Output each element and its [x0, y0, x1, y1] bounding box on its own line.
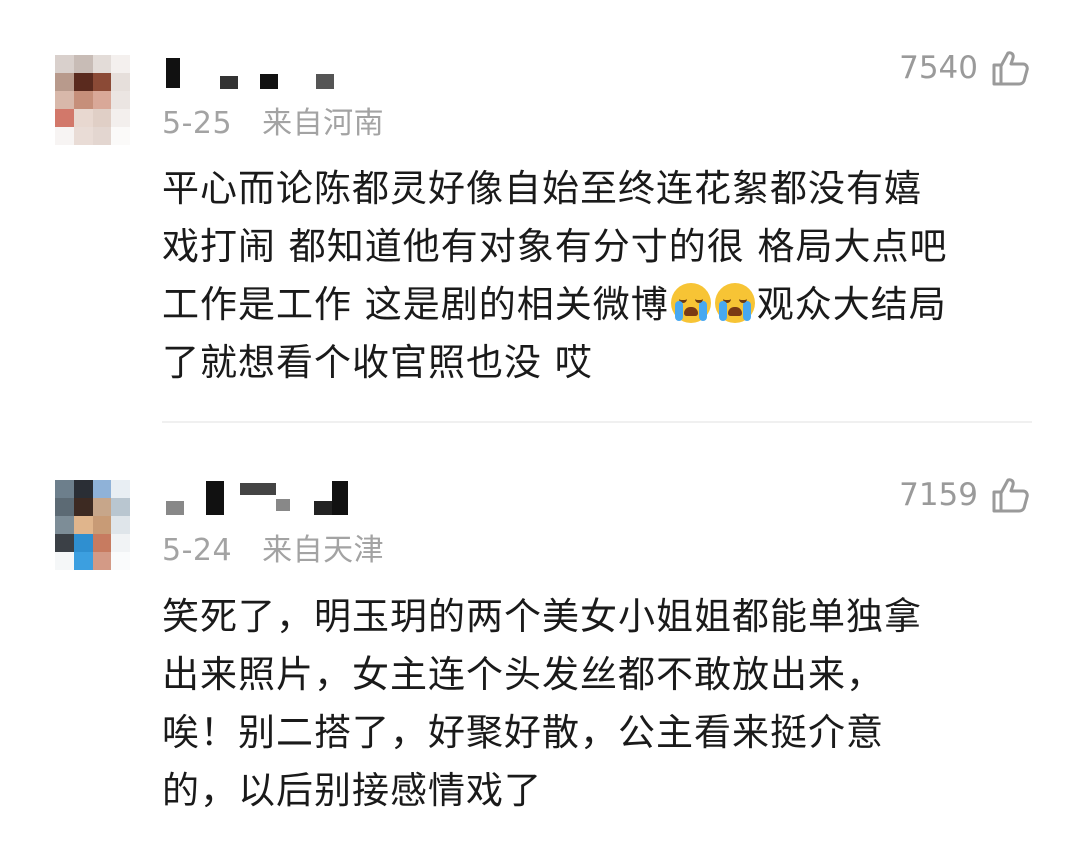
comment-item: 5-25 来自河南 7540 平心而论陈都灵好像自始至终连花絮都没有嬉 戏打闹 都… [0, 0, 1080, 422]
avatar[interactable] [55, 480, 130, 570]
thumbs-up-icon [992, 478, 1029, 513]
comment-location: 来自河南 [262, 106, 385, 141]
comment-item: 5-24 来自天津 7159 笑死了，明玉玥的两个美女小姐姐都能单独拿 出来照片，… [0, 423, 1080, 850]
crying-face-emoji [714, 283, 755, 323]
thumbs-up-icon [992, 51, 1029, 86]
comment-date: 5-24 [162, 533, 233, 568]
comment-location: 来自天津 [262, 533, 385, 568]
crying-face-emoji [670, 283, 711, 323]
avatar[interactable] [55, 55, 130, 145]
comment-text: 平心而论陈都灵好像自始至终连花絮都没有嬉 戏打闹 都知道他有对象有分寸的很 格局… [162, 160, 1052, 392]
comment-text: 笑死了，明玉玥的两个美女小姐姐都能单独拿 出来照片，女主连个头发丝都不敢放出来，… [162, 595, 922, 812]
username-redacted[interactable] [162, 479, 382, 515]
like-button[interactable]: 7540 [899, 48, 1030, 88]
like-button[interactable]: 7159 [899, 475, 1030, 515]
comment-meta: 5-24 来自天津 [162, 525, 384, 569]
comment-date: 5-25 [162, 106, 233, 141]
username-redacted[interactable] [162, 58, 382, 92]
like-count: 7540 [899, 50, 978, 86]
like-count: 7159 [899, 477, 978, 513]
comment-meta: 5-25 来自河南 [162, 98, 384, 142]
